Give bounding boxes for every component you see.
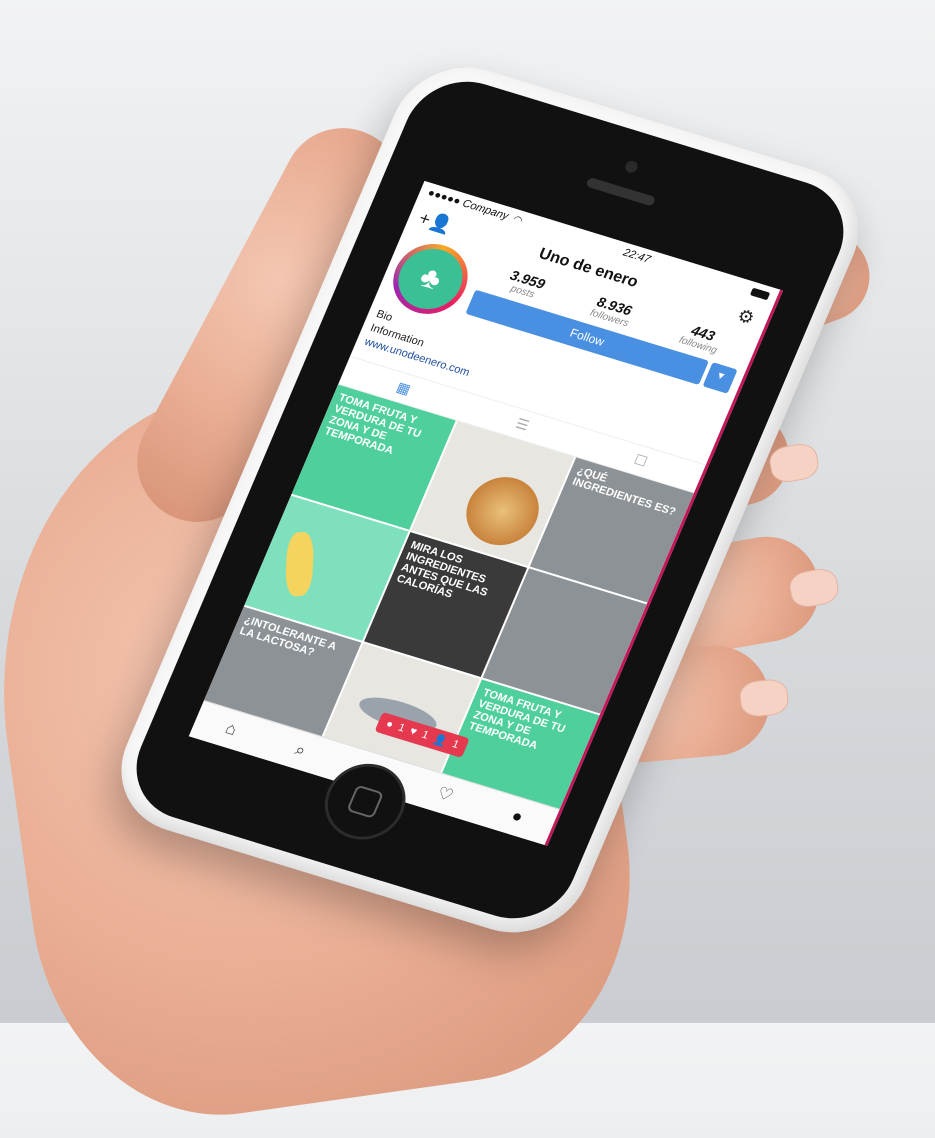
like-count: 1 [419,728,431,742]
stat-posts[interactable]: 3.959 posts [504,267,548,302]
battery-icon [749,287,771,301]
app-screen: ●●●●● Company ◠ 22:47 +👤 Uno de enero ⚙ … [188,180,784,846]
list-icon[interactable]: ☰ [513,415,531,434]
grid-icon[interactable]: ▦ [394,379,413,399]
activity-heart-icon[interactable]: ♡ [434,783,456,806]
profile-icon[interactable]: ● [508,806,526,828]
chevron-down-icon[interactable]: ▼ [702,362,738,394]
home-button-square [346,784,385,819]
follower-icon: 👤 [431,733,449,749]
heart-icon: ♥ [407,725,419,739]
pizza-image [455,468,551,554]
comment-count: 1 [396,721,407,735]
follow-count: 1 [450,738,461,752]
phone-device: ●●●●● Company ◠ 22:47 +👤 Uno de enero ⚙ … [99,20,881,960]
earpiece-speaker [585,176,657,207]
banana-image [284,531,315,597]
wifi-icon: ◠ [511,213,525,227]
search-icon[interactable]: ⌕ [292,740,309,761]
front-camera [623,159,640,175]
tagged-icon[interactable]: ☐ [631,451,650,470]
stat-followers[interactable]: 8.936 followers [588,293,636,329]
home-icon[interactable]: ⌂ [222,719,240,741]
comment-icon: ● [384,717,396,732]
stat-following[interactable]: 443 following [677,320,725,356]
